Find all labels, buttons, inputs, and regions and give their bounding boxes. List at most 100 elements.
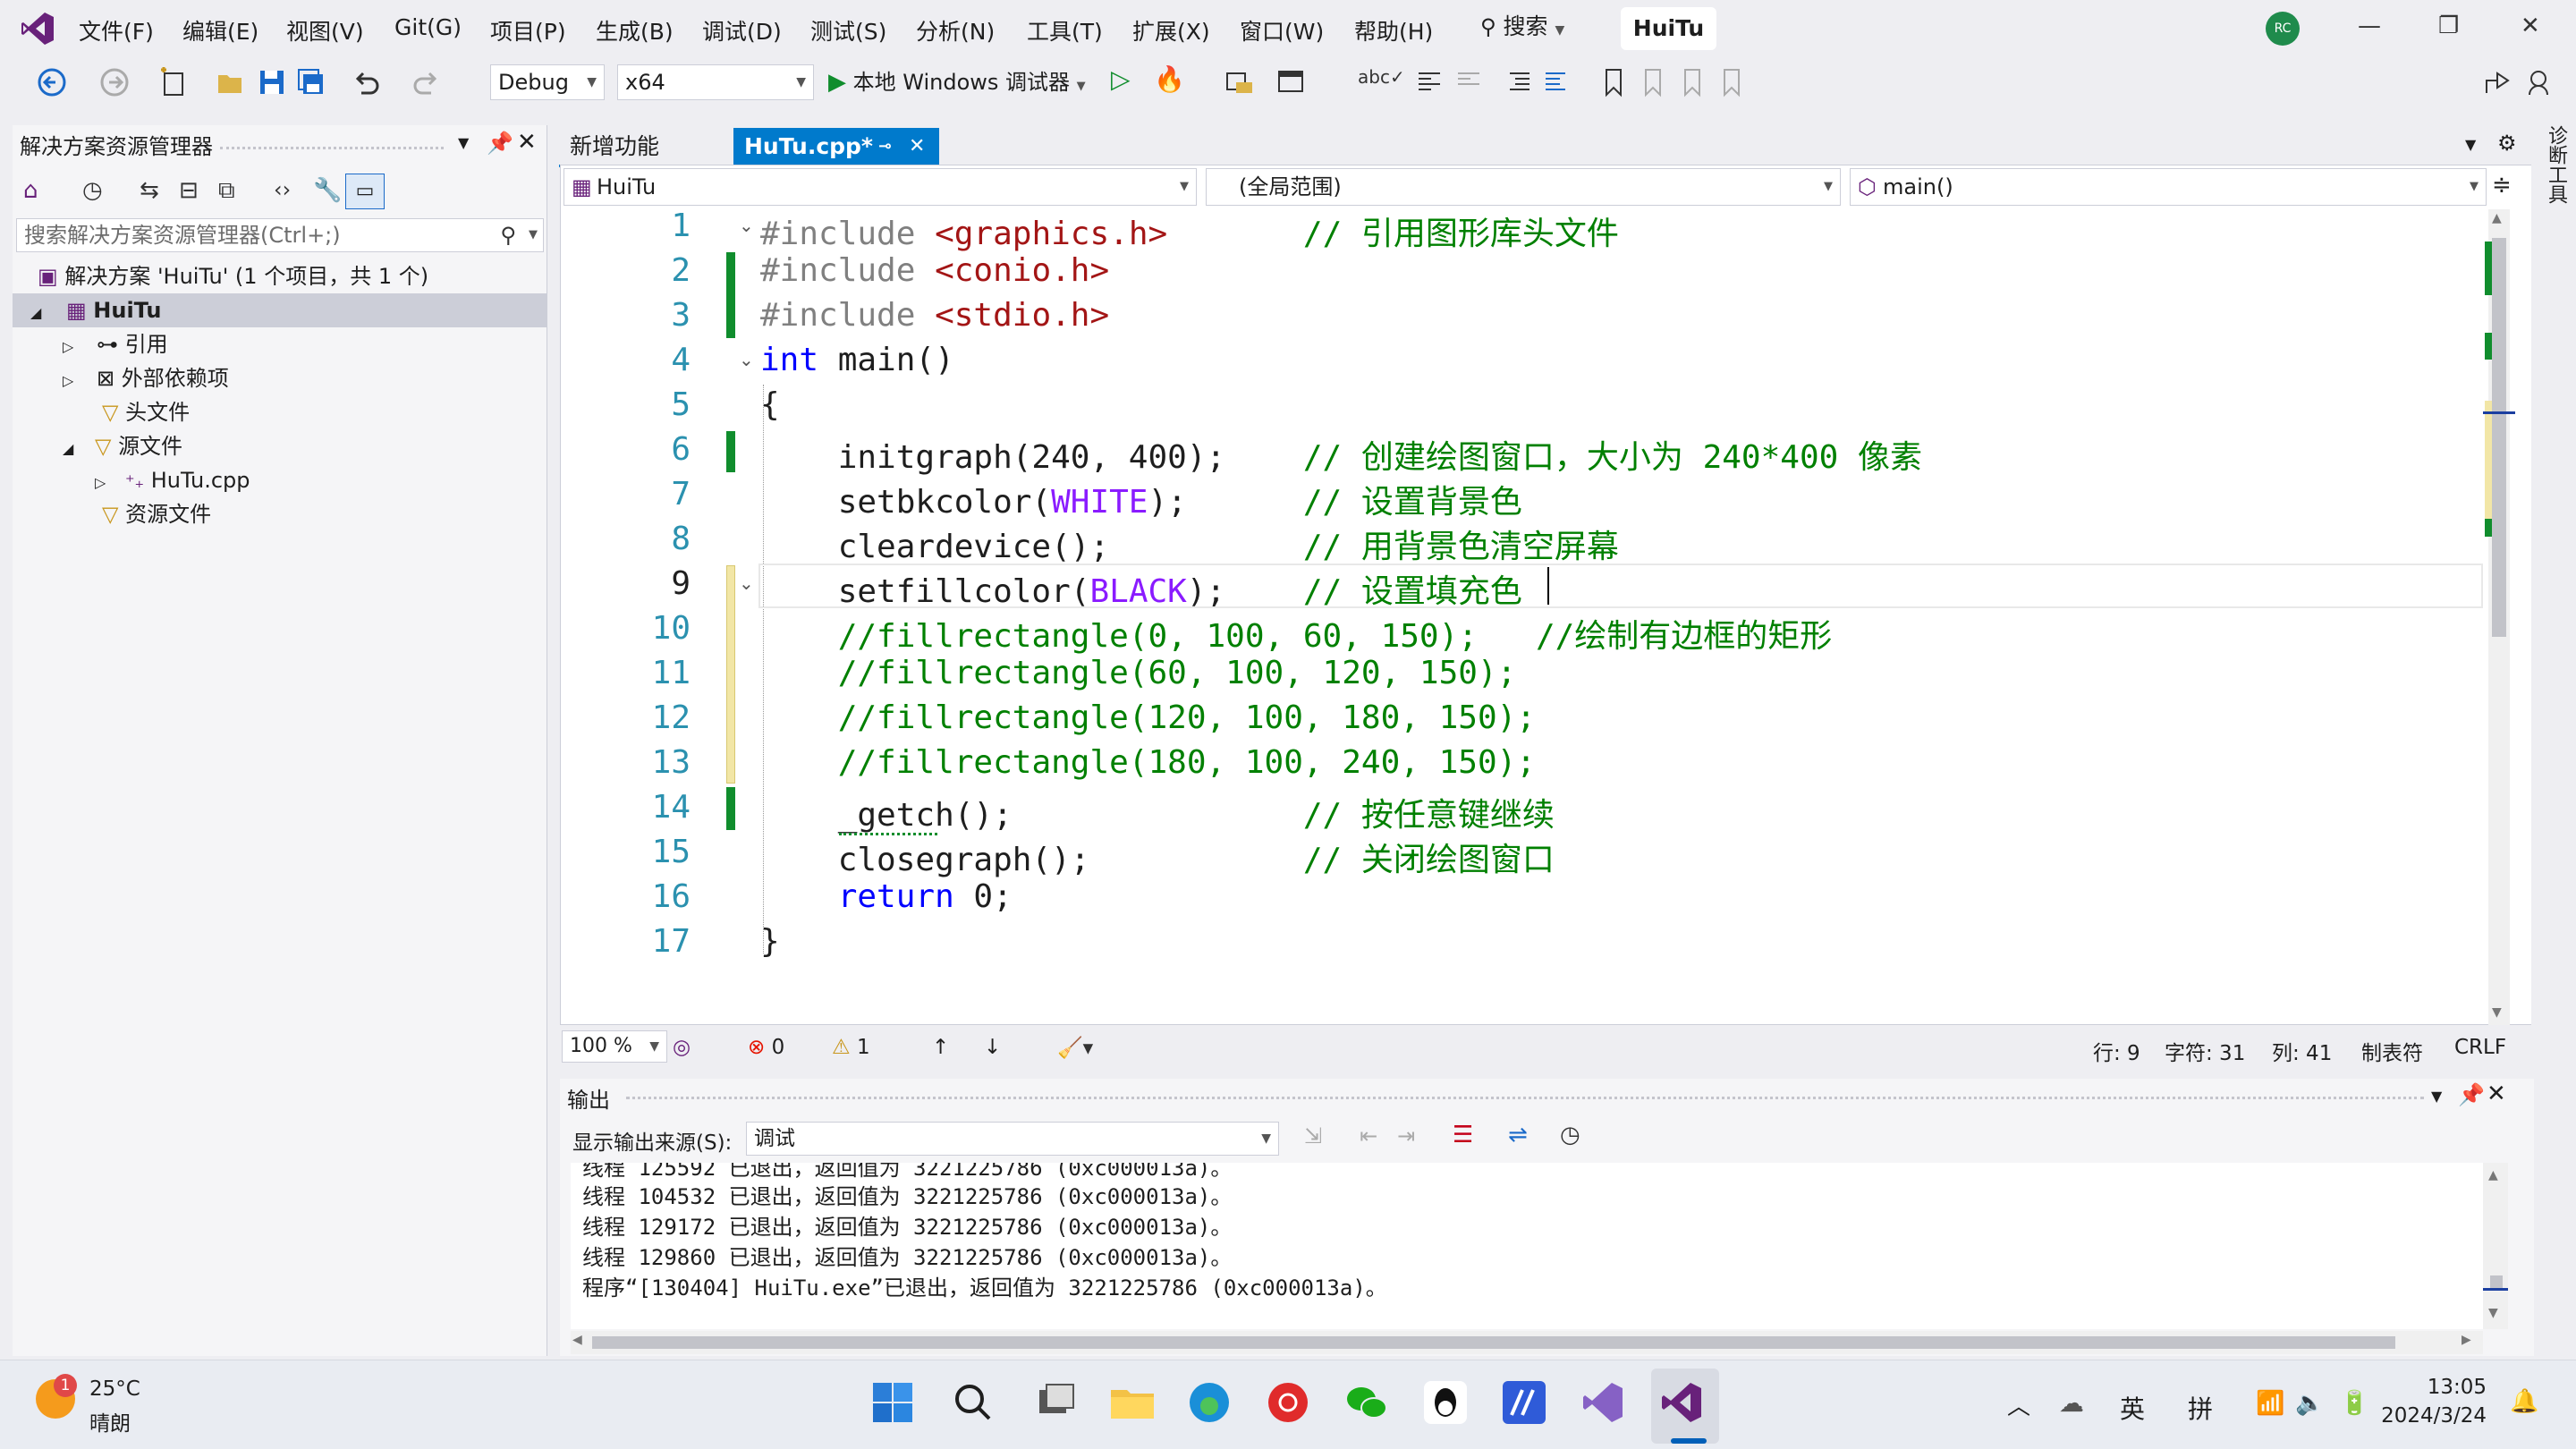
- onedrive-cloud-icon[interactable]: ☁: [2059, 1388, 2084, 1418]
- prev-bookmark-icon[interactable]: [1637, 66, 1669, 98]
- word-wrap-icon[interactable]: ⇌: [1508, 1122, 1528, 1148]
- close-tab-icon[interactable]: ✕: [909, 128, 925, 165]
- menu-item[interactable]: 测试(S): [810, 14, 886, 47]
- start-without-debugging-icon[interactable]: ▷: [1111, 64, 1131, 94]
- bookmark-icon[interactable]: [1597, 66, 1630, 98]
- project-dropdown[interactable]: ▦ HuiTu ▼: [564, 168, 1197, 206]
- member-dropdown[interactable]: ⬡ main() ▼: [1850, 168, 2487, 206]
- fold-icon[interactable]: ⌄: [739, 349, 754, 370]
- output-vertical-scrollbar[interactable]: [2483, 1163, 2508, 1329]
- code-line[interactable]: closegraph(); // 关闭绘图窗口: [760, 834, 1555, 880]
- diagnostic-tools-tab[interactable]: 诊断工具: [2540, 125, 2567, 204]
- tab-list-icon[interactable]: ▼: [2465, 136, 2476, 153]
- layout-icon[interactable]: [1275, 66, 1308, 98]
- typora-icon[interactable]: [1497, 1376, 1551, 1429]
- menu-item[interactable]: 视图(V): [286, 14, 364, 47]
- windows-start-icon[interactable]: [866, 1376, 919, 1429]
- solution-explorer-toggle-icon[interactable]: [1224, 66, 1256, 98]
- minimize-icon[interactable]: —: [2358, 13, 2381, 39]
- back-icon[interactable]: [36, 66, 68, 98]
- code-line[interactable]: initgraph(240, 400); // 创建绘图窗口，大小为 240*4…: [760, 431, 1922, 478]
- tree-item-resource-files[interactable]: ▽ 资源文件: [13, 497, 211, 531]
- live-share-icon[interactable]: [2481, 66, 2513, 98]
- task-view-icon[interactable]: [1029, 1376, 1082, 1429]
- edge-browser-icon[interactable]: [1182, 1376, 1236, 1429]
- tab-whats-new[interactable]: 新增功能: [559, 128, 733, 165]
- tree-item-external-deps[interactable]: ▷ ⊠ 外部依赖项: [13, 361, 229, 395]
- scroll-down-icon[interactable]: ▼: [2488, 1306, 2498, 1320]
- redo-icon[interactable]: [410, 66, 442, 98]
- qq-icon[interactable]: [1419, 1376, 1472, 1429]
- vs-installer-icon[interactable]: [1576, 1376, 1630, 1429]
- tree-solution-root[interactable]: ▣ 解决方案 'HuiTu' (1 个项目，共 1 个): [13, 259, 547, 293]
- ime-language[interactable]: 英: [2120, 1390, 2145, 1426]
- search-box[interactable]: ⚲ 搜索 ▼: [1480, 9, 1597, 48]
- code-line[interactable]: #include <stdio.h>: [760, 297, 1109, 334]
- uncomment-icon[interactable]: [1453, 66, 1485, 98]
- history-icon[interactable]: ◷: [82, 177, 103, 204]
- menu-item[interactable]: 调试(D): [702, 14, 782, 47]
- intellicode-icon[interactable]: ◎: [673, 1036, 691, 1059]
- scope-dropdown[interactable]: (全局范围) ▼: [1206, 168, 1841, 206]
- scroll-left-icon[interactable]: ◀: [572, 1333, 582, 1347]
- start-debugging-button[interactable]: ▶ 本地 Windows 调试器 ▼: [828, 66, 1086, 98]
- save-all-icon[interactable]: [295, 66, 327, 98]
- clock-time[interactable]: 13:05: [2406, 1376, 2487, 1399]
- weather-temp[interactable]: 25°C: [89, 1377, 140, 1401]
- tree-item-hutu-cpp[interactable]: ▷ ⁺₊ HuTu.cpp: [13, 463, 250, 497]
- warning-count[interactable]: ⚠ 1: [832, 1036, 870, 1059]
- menu-item[interactable]: 窗口(W): [1240, 14, 1324, 47]
- code-line[interactable]: //fillrectangle(60, 100, 120, 150);: [760, 655, 1517, 691]
- platform-select[interactable]: x64 ▼: [617, 64, 814, 100]
- panel-options-icon[interactable]: ▼: [2431, 1088, 2442, 1105]
- tree-project-huitu[interactable]: ◢ ▦ HuiTu: [13, 293, 547, 327]
- col-indicator[interactable]: 列: 41: [2272, 1036, 2332, 1066]
- code-line[interactable]: //fillrectangle(180, 100, 240, 150);: [760, 744, 1536, 781]
- notification-bell-icon[interactable]: 🔔: [2510, 1388, 2538, 1415]
- outdent-icon[interactable]: [1538, 66, 1571, 98]
- open-folder-icon[interactable]: [215, 66, 247, 98]
- menu-item[interactable]: 工具(T): [1027, 14, 1103, 47]
- restore-icon[interactable]: ❐: [2438, 13, 2459, 39]
- comment-icon[interactable]: [1413, 66, 1445, 98]
- line-indicator[interactable]: 行: 9: [2093, 1036, 2140, 1066]
- tree-item-header-files[interactable]: ▽ 头文件: [13, 395, 190, 429]
- volume-icon[interactable]: 🔈: [2295, 1390, 2324, 1417]
- code-cleanup-icon[interactable]: 🧹▾: [1057, 1036, 1093, 1060]
- hot-reload-icon[interactable]: 🔥: [1154, 64, 1185, 94]
- netease-music-icon[interactable]: [1261, 1376, 1315, 1429]
- code-line[interactable]: #include <conio.h>: [760, 252, 1109, 289]
- scroll-up-icon[interactable]: ▲: [2488, 1168, 2498, 1182]
- menu-item[interactable]: Git(G): [394, 14, 462, 40]
- scroll-up-icon[interactable]: ▲: [2492, 211, 2502, 225]
- home-icon[interactable]: ⌂: [23, 177, 38, 204]
- code-line[interactable]: #include <graphics.h> // 引用图形库头文件: [760, 208, 1619, 254]
- vs-logo-icon[interactable]: [20, 11, 55, 47]
- char-indicator[interactable]: 字符: 31: [2165, 1036, 2245, 1066]
- collapse-all-icon[interactable]: ⊟: [179, 177, 199, 204]
- feedback-icon[interactable]: [2526, 66, 2558, 98]
- close-icon[interactable]: ✕: [2521, 13, 2540, 39]
- code-line[interactable]: //fillrectangle(0, 100, 60, 150); //绘制有边…: [760, 610, 1833, 657]
- menu-item[interactable]: 帮助(H): [1354, 14, 1433, 47]
- preview-toggle-icon[interactable]: ▭: [345, 174, 385, 209]
- weather-desc[interactable]: 晴朗: [89, 1406, 131, 1436]
- split-editor-icon[interactable]: ≑: [2492, 172, 2512, 199]
- code-line[interactable]: int main(): [760, 342, 954, 378]
- forward-icon[interactable]: [98, 66, 131, 98]
- error-count[interactable]: ⊗ 0: [748, 1036, 784, 1059]
- new-project-icon[interactable]: [157, 66, 190, 98]
- indent-icon[interactable]: [1503, 66, 1535, 98]
- fold-icon[interactable]: ⌄: [739, 215, 754, 236]
- visual-studio-icon[interactable]: [1655, 1376, 1708, 1429]
- file-explorer-icon[interactable]: [1106, 1376, 1159, 1429]
- menu-item[interactable]: 项目(P): [490, 14, 566, 47]
- code-line[interactable]: //fillrectangle(120, 100, 180, 150);: [760, 699, 1536, 736]
- indent-indicator[interactable]: 制表符: [2361, 1036, 2423, 1066]
- timestamp-icon[interactable]: ◷: [1560, 1122, 1580, 1148]
- pin-icon[interactable]: 📌: [2458, 1082, 2485, 1107]
- code-line[interactable]: _getch(); // 按任意键继续: [760, 789, 1555, 835]
- menu-item[interactable]: 分析(N): [916, 14, 995, 47]
- show-all-files-icon[interactable]: ⧉: [218, 177, 235, 205]
- clear-bookmarks-icon[interactable]: [1716, 66, 1748, 98]
